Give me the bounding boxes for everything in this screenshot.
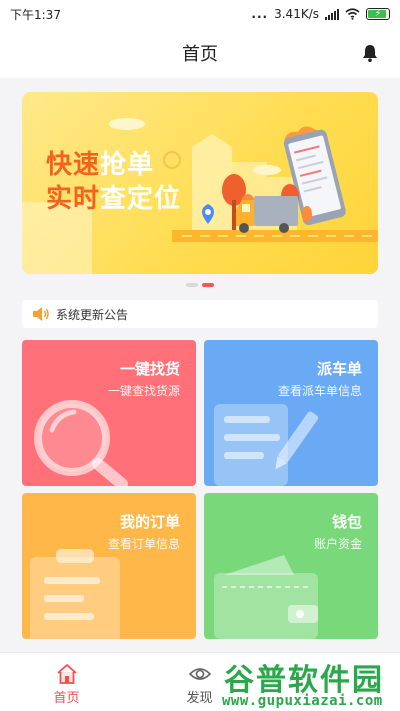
wallet-card[interactable]: 钱包 账户资金 bbox=[204, 493, 378, 639]
card-subtitle: 账户资金 bbox=[313, 537, 362, 551]
card-title: 钱包 bbox=[331, 513, 362, 531]
page-title: 首页 bbox=[182, 44, 218, 65]
notification-dots: ... bbox=[251, 7, 269, 21]
eye-icon bbox=[188, 668, 211, 680]
banner-page-indicator[interactable] bbox=[186, 283, 214, 287]
nav-label: 发现 bbox=[186, 691, 213, 706]
promo-banner[interactable]: 快速抢单 实时查定位 bbox=[22, 92, 378, 274]
status-time: 下午1:37 bbox=[10, 7, 61, 22]
bell-icon[interactable] bbox=[360, 43, 380, 63]
find-goods-card[interactable]: 一键找货 一键查找货源 bbox=[22, 340, 196, 486]
app-header: 首页 bbox=[0, 28, 400, 78]
speaker-icon bbox=[33, 307, 49, 321]
my-orders-card[interactable]: 我的订单 查看订单信息 bbox=[22, 493, 196, 639]
card-title: 一键找货 bbox=[119, 360, 180, 378]
nav-label: 首页 bbox=[53, 691, 80, 706]
banner-slogan: 快速抢单 实时查定位 bbox=[46, 148, 181, 216]
card-subtitle: 一键查找货源 bbox=[107, 384, 180, 398]
cell-signal-icon bbox=[325, 8, 339, 20]
card-title: 我的订单 bbox=[119, 513, 180, 531]
card-subtitle: 查看订单信息 bbox=[107, 537, 180, 551]
site-watermark: 谷普软件园 www.gupuxiazai.com bbox=[218, 655, 400, 711]
banner-line1-white: 抢单 bbox=[100, 150, 155, 180]
nav-item-home[interactable]: 首页 bbox=[0, 653, 133, 711]
battery-icon: ⚡ bbox=[366, 8, 390, 20]
banner-dot-2[interactable] bbox=[202, 283, 214, 287]
watermark-url: www.gupuxiazai.com bbox=[222, 693, 383, 709]
system-notice[interactable]: 系统更新公告 bbox=[22, 300, 378, 328]
card-subtitle: 查看派车单信息 bbox=[277, 384, 362, 398]
banner-line2-orange: 实时 bbox=[46, 184, 101, 214]
banner-line1-orange: 快速 bbox=[46, 150, 101, 180]
banner-dot-1[interactable] bbox=[186, 283, 198, 287]
wifi-icon bbox=[345, 8, 360, 20]
home-icon bbox=[56, 664, 77, 684]
status-indicators: ... 3.41K/s ⚡ bbox=[251, 7, 390, 21]
banner-line2-white: 查定位 bbox=[100, 184, 182, 214]
status-bar: 下午1:37 ... 3.41K/s ⚡ bbox=[0, 0, 400, 28]
notice-text: 系统更新公告 bbox=[56, 307, 129, 322]
network-speed: 3.41K/s bbox=[274, 7, 319, 21]
dispatch-order-card[interactable]: 派车单 查看派车单信息 bbox=[204, 340, 378, 486]
card-title: 派车单 bbox=[316, 360, 362, 378]
